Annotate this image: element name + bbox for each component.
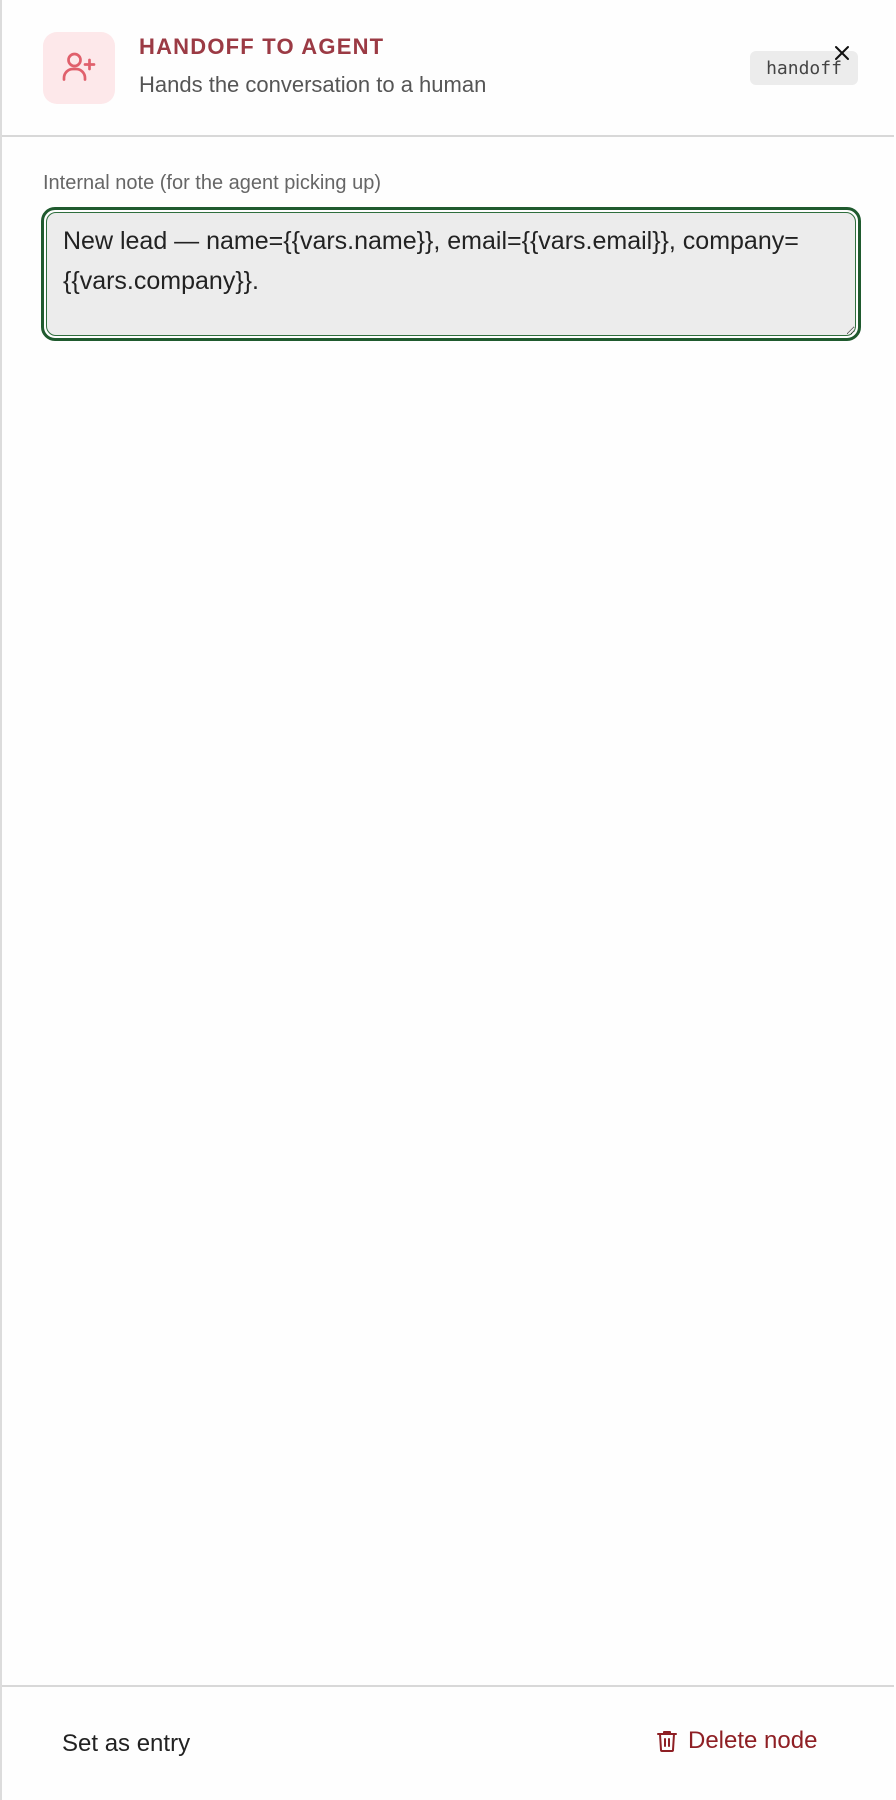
node-settings-panel: HANDOFF TO AGENT Hands the conversation … (0, 0, 894, 1800)
panel-header: HANDOFF TO AGENT Hands the conversation … (2, 0, 894, 137)
user-plus-icon (61, 48, 97, 89)
node-title: HANDOFF TO AGENT (139, 34, 385, 59)
delete-node-button[interactable]: Delete node (656, 1727, 817, 1755)
node-subtitle: Hands the conversation to a human (139, 72, 487, 97)
delete-node-label: Delete node (688, 1727, 818, 1754)
node-icon-badge (43, 32, 115, 104)
internal-note-textarea[interactable]: New lead — name={{vars.name}}, email={{v… (46, 212, 856, 336)
panel-footer: Set as entry Delete node (2, 1685, 894, 1800)
close-button[interactable] (830, 43, 854, 67)
internal-note-focus-ring: New lead — name={{vars.name}}, email={{v… (41, 207, 861, 341)
trash-icon (656, 1729, 678, 1753)
internal-note-label: Internal note (for the agent picking up) (43, 172, 381, 194)
set-as-entry-button[interactable]: Set as entry (62, 1730, 190, 1758)
close-icon (834, 45, 850, 66)
